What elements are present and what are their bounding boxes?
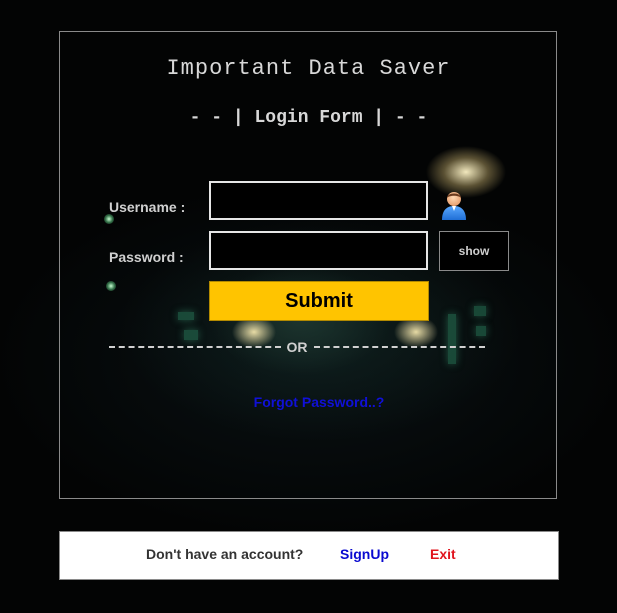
divider-line	[109, 346, 281, 348]
submit-button[interactable]: Submit	[209, 281, 429, 321]
or-divider: OR	[109, 339, 485, 355]
login-form-heading: - - | Login Form | - -	[189, 108, 428, 128]
forgot-password-link[interactable]: Forgot Password..?	[0, 394, 617, 410]
divider-line	[313, 346, 485, 348]
signup-bar: Don't have an account? SignUp Exit	[59, 531, 559, 580]
no-account-prompt: Don't have an account?	[146, 546, 304, 562]
username-label: Username :	[109, 199, 186, 215]
user-avatar-icon	[440, 189, 468, 221]
username-input[interactable]	[209, 181, 428, 220]
app-title: Important Data Saver	[166, 56, 451, 81]
password-input[interactable]	[209, 231, 428, 270]
login-screen: Important Data Saver - - | Login Form | …	[0, 0, 617, 613]
signup-link[interactable]: SignUp	[340, 546, 389, 562]
password-label: Password :	[109, 249, 184, 265]
or-label: OR	[286, 339, 308, 355]
show-password-button[interactable]: show	[439, 231, 509, 271]
exit-link[interactable]: Exit	[430, 546, 456, 562]
